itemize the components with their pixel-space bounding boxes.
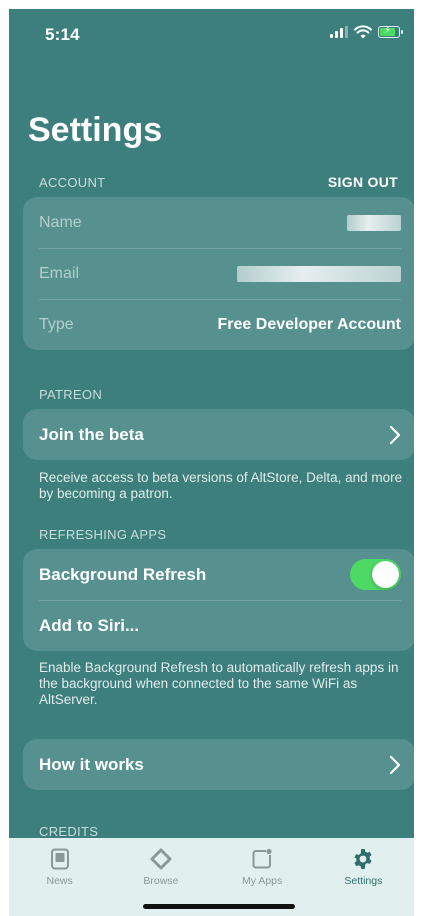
account-type-value: Free Developer Account bbox=[217, 315, 401, 333]
name-value-redacted bbox=[347, 214, 401, 231]
tab-my-apps-label: My Apps bbox=[241, 875, 283, 887]
refreshing-apps-section-header: REFRESHING APPS bbox=[39, 527, 167, 542]
chevron-right-icon bbox=[389, 425, 401, 444]
account-name-row: Name bbox=[23, 197, 414, 248]
news-icon bbox=[50, 848, 69, 870]
patreon-footer: Receive access to beta versions of AltSt… bbox=[39, 470, 403, 501]
join-beta-row[interactable]: Join the beta bbox=[23, 409, 414, 460]
tab-news[interactable]: News bbox=[15, 847, 105, 916]
add-to-siri-row[interactable]: Add to Siri... bbox=[23, 600, 414, 651]
chevron-right-icon bbox=[389, 755, 401, 774]
tab-settings[interactable]: Settings bbox=[318, 847, 408, 916]
name-label: Name bbox=[39, 213, 82, 231]
how-it-works-group: How it works bbox=[23, 739, 414, 790]
refreshing-apps-footer: Enable Background Refresh to automatical… bbox=[39, 660, 399, 707]
page-title: Settings bbox=[28, 111, 163, 149]
email-label: Email bbox=[39, 264, 80, 282]
account-section-header: ACCOUNT bbox=[39, 175, 106, 190]
how-it-works-row[interactable]: How it works bbox=[23, 739, 414, 790]
credits-section-header: CREDITS bbox=[39, 824, 99, 839]
tab-browse-label: Browse bbox=[143, 875, 179, 887]
account-type-row: Type Free Developer Account bbox=[23, 299, 414, 350]
status-icons: ⚡ bbox=[330, 25, 403, 39]
type-label: Type bbox=[39, 315, 74, 333]
refreshing-apps-group: Background Refresh Add to Siri... bbox=[23, 549, 414, 651]
tab-news-label: News bbox=[46, 875, 73, 887]
status-bar: 5:14 ⚡ bbox=[9, 9, 414, 59]
account-group: Name Email Type Free Developer Account bbox=[23, 197, 414, 350]
add-to-siri-label: Add to Siri... bbox=[39, 615, 140, 635]
account-email-row: Email bbox=[23, 248, 414, 299]
gear-icon bbox=[354, 849, 372, 869]
settings-screen: 5:14 ⚡ Settings ACCOUNT SIGN OUT Name Em… bbox=[9, 9, 414, 916]
patreon-group: Join the beta bbox=[23, 409, 414, 460]
how-it-works-label: How it works bbox=[39, 754, 144, 774]
browse-icon bbox=[150, 848, 172, 870]
battery-charging-icon: ⚡ bbox=[378, 25, 403, 38]
status-time: 5:14 bbox=[45, 25, 80, 44]
background-refresh-label: Background Refresh bbox=[39, 564, 207, 584]
join-beta-label: Join the beta bbox=[39, 424, 144, 444]
sign-out-button[interactable]: SIGN OUT bbox=[328, 174, 398, 190]
tab-settings-label: Settings bbox=[344, 875, 383, 887]
background-refresh-row: Background Refresh bbox=[23, 549, 414, 600]
my-apps-icon bbox=[252, 848, 272, 869]
wifi-icon bbox=[354, 25, 372, 39]
background-refresh-toggle[interactable] bbox=[350, 559, 401, 590]
home-indicator bbox=[143, 904, 295, 909]
patreon-section-header: PATREON bbox=[39, 387, 103, 402]
cellular-signal-icon bbox=[330, 26, 348, 38]
email-value-redacted bbox=[237, 265, 401, 282]
